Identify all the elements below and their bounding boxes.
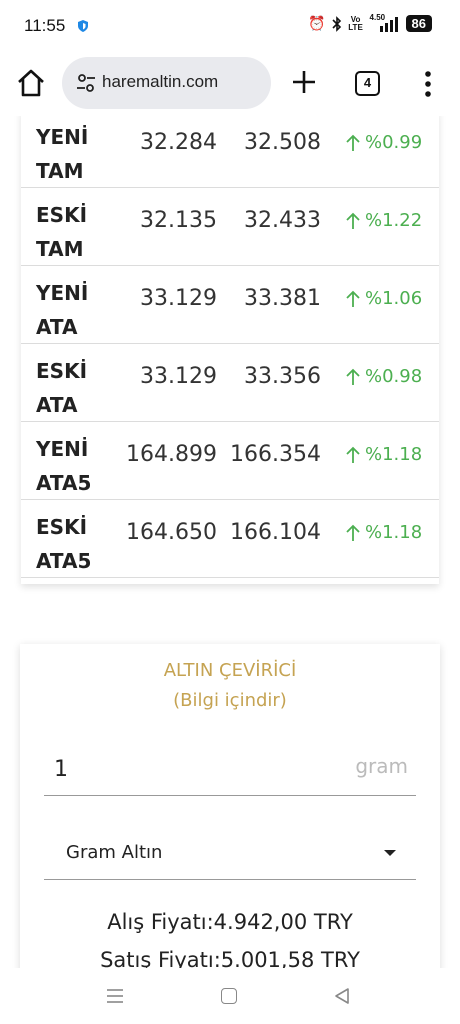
arrow-up-icon xyxy=(346,446,360,463)
tab-switcher-button[interactable]: 4 xyxy=(355,71,380,96)
arrow-up-icon xyxy=(346,524,360,541)
arrow-up-icon xyxy=(346,212,360,229)
sell-price: 166.354 xyxy=(230,442,321,467)
buy-price: 32.135 xyxy=(140,208,217,233)
sell-price: 32.433 xyxy=(244,208,321,233)
bluetooth-icon xyxy=(331,15,341,32)
more-menu-icon[interactable] xyxy=(420,70,436,98)
arrow-up-icon xyxy=(346,368,360,385)
gold-converter: ALTIN ÇEVİRİCİ (Bilgi içindir) gram Gram… xyxy=(20,644,440,968)
site-settings-icon[interactable] xyxy=(76,73,96,93)
selected-gold-type[interactable]: Gram Altın xyxy=(66,842,162,863)
change-percent: %1.18 xyxy=(345,444,422,465)
buy-price: 33.129 xyxy=(140,364,217,389)
alarm-icon: ⏰ xyxy=(308,15,326,31)
status-time: 11:55 xyxy=(24,16,66,35)
change-percent: %1.06 xyxy=(345,288,422,309)
arrow-up-icon xyxy=(346,134,360,151)
table-row: YENİ TAM 32.284 32.508 %0.99 xyxy=(21,116,439,188)
signal-icon: 4.50 xyxy=(369,12,400,32)
sell-price: 33.381 xyxy=(244,286,321,311)
home-nav-icon[interactable] xyxy=(221,988,237,1004)
browser-toolbar: haremaltin.com 4 xyxy=(0,52,460,116)
arrow-up-icon xyxy=(346,290,360,307)
table-row: YENİ ATA 33.129 33.381 %1.06 xyxy=(21,266,439,344)
buy-price: 164.650 xyxy=(126,520,217,545)
shield-icon xyxy=(78,20,88,32)
home-icon[interactable] xyxy=(14,66,48,100)
gold-name: YENİ TAM xyxy=(36,125,89,183)
gold-price-table: YENİ TAM 32.284 32.508 %0.99 ESKİ TAM 32.1… xyxy=(21,116,439,584)
recent-apps-icon[interactable] xyxy=(106,988,124,1004)
gold-name: YENİ ATA xyxy=(36,281,89,339)
back-icon[interactable] xyxy=(334,987,350,1005)
gold-name: ESKİ ATA xyxy=(36,359,88,417)
buy-price-result: Alış Fiyatı:4.942,00 TRY xyxy=(107,910,353,934)
battery-indicator: 86 xyxy=(405,15,432,32)
table-row: YENİ ATA5 164.899 166.354 %1.18 xyxy=(21,422,439,500)
table-row: ESKİ ATA5 164.650 166.104 %1.18 xyxy=(21,500,439,578)
sell-price: 33.356 xyxy=(244,364,321,389)
address-bar[interactable]: haremaltin.com xyxy=(62,57,271,109)
converter-subtitle: (Bilgi içindir) xyxy=(173,690,287,711)
buy-price: 33.129 xyxy=(140,286,217,311)
gold-name: ESKİ TAM xyxy=(36,203,88,261)
buy-price: 32.284 xyxy=(140,130,217,155)
change-percent: %0.99 xyxy=(345,132,422,153)
change-percent: %0.98 xyxy=(345,366,422,387)
network-type: Vo LTE xyxy=(348,14,363,32)
sell-price: 32.508 xyxy=(244,130,321,155)
change-percent: %1.22 xyxy=(345,210,422,231)
sell-price: 166.104 xyxy=(230,520,321,545)
buy-price: 164.899 xyxy=(126,442,217,467)
page-content: YENİ TAM 32.284 32.508 %0.99 ESKİ TAM 32.1… xyxy=(0,116,460,968)
net-speed: 4.50 xyxy=(369,12,386,22)
caret-down-icon[interactable] xyxy=(384,850,396,856)
converter-title: ALTIN ÇEVİRİCİ xyxy=(163,660,297,681)
gold-type-select[interactable]: Gram Altın xyxy=(44,826,416,880)
new-tab-icon[interactable] xyxy=(288,66,320,98)
table-row: ESKİ TAM 32.135 32.433 %1.22 xyxy=(21,188,439,266)
gold-name: ESKİ ATA5 xyxy=(36,515,92,573)
url-text[interactable]: haremaltin.com xyxy=(102,72,218,92)
table-row: ESKİ ATA 33.129 33.356 %0.98 xyxy=(21,344,439,422)
system-nav-bar xyxy=(0,968,460,1024)
gold-name: YENİ ATA5 xyxy=(36,437,92,495)
sell-price-result: Satış Fiyatı:5.001,58 TRY xyxy=(100,948,360,968)
status-bar: 11:55 ⏰ Vo LTE 4.50 86 xyxy=(0,0,460,52)
unit-label: gram xyxy=(355,754,408,778)
status-icons: ⏰ Vo LTE 4.50 86 xyxy=(308,12,432,32)
change-percent: %1.18 xyxy=(345,522,422,543)
